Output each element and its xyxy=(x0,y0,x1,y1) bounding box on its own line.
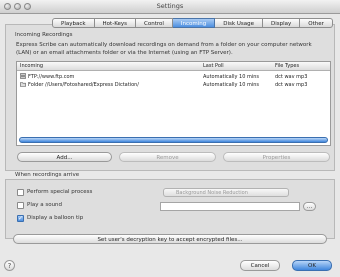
incoming-section-label: Incoming Recordings xyxy=(15,32,73,38)
browse-sound-button[interactable]: … xyxy=(303,202,316,211)
table-row[interactable]: FTP://www.ftp.com Automatically 10 mins … xyxy=(17,73,330,81)
table-header: Incoming Last Poll File Types xyxy=(17,62,330,71)
tab-playback[interactable]: Playback xyxy=(52,18,95,28)
last-poll-value: Automatically 10 mins xyxy=(203,74,260,80)
help-icon[interactable]: ? xyxy=(4,260,15,271)
table-row[interactable]: Folder //Users/Fotoshared/Express Dictat… xyxy=(17,81,330,89)
tab-disk-usage[interactable]: Disk Usage xyxy=(215,18,263,28)
play-sound-checkbox[interactable] xyxy=(17,202,24,209)
column-header-last-poll[interactable]: Last Poll xyxy=(203,62,224,70)
perform-special-process-checkbox[interactable] xyxy=(17,189,24,196)
incoming-table: Incoming Last Poll File Types FTP://www.… xyxy=(16,61,331,146)
incoming-source: FTP://www.ftp.com xyxy=(28,74,75,80)
window-title: Settings xyxy=(156,2,184,10)
set-decryption-key-button[interactable]: Set user's decryption key to accept encr… xyxy=(13,234,327,244)
arrival-section-label: When recordings arrive xyxy=(15,172,80,178)
tab-hot-keys[interactable]: Hot-Keys xyxy=(94,18,137,28)
title-bar: Settings xyxy=(0,0,340,14)
horizontal-scrollbar[interactable] xyxy=(19,137,328,143)
sound-file-field[interactable] xyxy=(160,202,300,211)
folder-icon xyxy=(20,81,26,90)
incoming-source: Folder //Users/Fotoshared/Express Dictat… xyxy=(28,82,139,88)
play-sound-label: Play a sound xyxy=(27,202,63,208)
last-poll-value: Automatically 10 mins xyxy=(203,82,260,88)
column-header-file-types[interactable]: File Types xyxy=(275,62,299,70)
cancel-button[interactable]: Cancel xyxy=(240,260,280,271)
tab-control[interactable]: Control xyxy=(136,18,173,28)
special-process-popup[interactable]: Background Noise Reduction xyxy=(163,188,289,197)
file-types-value: dct wav mp3 xyxy=(275,74,308,80)
tab-other[interactable]: Other xyxy=(300,18,333,28)
tab-incoming[interactable]: Incoming xyxy=(172,18,216,28)
properties-button[interactable]: Properties xyxy=(223,152,330,162)
tab-display[interactable]: Display xyxy=(263,18,301,28)
incoming-description: Express Scribe can automatically downloa… xyxy=(16,42,312,56)
file-types-value: dct wav mp3 xyxy=(275,82,308,88)
add-button[interactable]: Add... xyxy=(17,152,112,162)
column-header-incoming[interactable]: Incoming xyxy=(20,62,43,70)
ok-button[interactable]: OK xyxy=(292,260,332,271)
perform-special-process-label: Perform special process xyxy=(27,189,93,195)
display-balloon-tip-label: Display a balloon tip xyxy=(27,215,84,221)
remove-button[interactable]: Remove xyxy=(119,152,216,162)
display-balloon-tip-checkbox[interactable]: ✓ xyxy=(17,215,24,222)
settings-tabs: Playback Hot-Keys Control Incoming Disk … xyxy=(52,18,333,28)
